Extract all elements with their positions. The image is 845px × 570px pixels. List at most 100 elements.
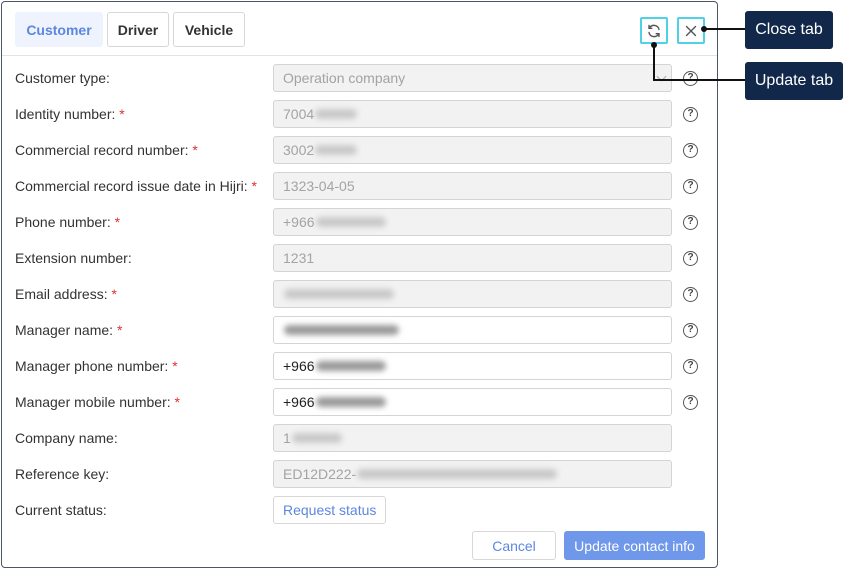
field-input[interactable]: 1231 xyxy=(273,244,672,272)
field-value: +966 xyxy=(283,214,315,230)
required-asterisk: * xyxy=(172,358,178,374)
field-label: Manager mobile number: * xyxy=(15,388,180,416)
form-row: Identity number: * 7004? xyxy=(2,100,717,128)
help-icon[interactable]: ? xyxy=(683,143,698,158)
required-asterisk: * xyxy=(111,286,117,302)
redacted-value xyxy=(284,325,399,335)
update-contact-info-button[interactable]: Update contact info xyxy=(564,531,705,560)
field-input[interactable]: 1 xyxy=(273,424,672,452)
field-label: Company name: xyxy=(15,424,118,452)
redacted-value xyxy=(315,361,386,371)
redacted-value xyxy=(315,145,358,155)
field-label: Commercial record number: * xyxy=(15,136,198,164)
form-row: Extension number: 1231? xyxy=(2,244,717,272)
field-input[interactable]: ED12D222- xyxy=(273,460,672,488)
help-icon[interactable]: ? xyxy=(683,179,698,194)
redacted-value xyxy=(357,469,558,479)
field-value: 1231 xyxy=(283,250,315,266)
field-label: Identity number: * xyxy=(15,100,125,128)
refresh-icon xyxy=(648,24,660,37)
field-label: Email address: * xyxy=(15,280,117,308)
field-label-text: Manager phone number: xyxy=(15,358,169,374)
update-tab-button[interactable] xyxy=(640,17,668,44)
field-label-text: Email address: xyxy=(15,286,108,302)
help-icon[interactable]: ? xyxy=(683,359,698,374)
form-row: Customer type: Operation company? xyxy=(2,64,717,92)
field-label: Manager phone number: * xyxy=(15,352,178,380)
required-asterisk: * xyxy=(119,106,125,122)
help-icon[interactable]: ? xyxy=(683,395,698,410)
redacted-value xyxy=(291,433,342,443)
field-label-text: Manager mobile number: xyxy=(15,394,171,410)
customer-type-select[interactable]: Operation company xyxy=(273,64,672,92)
field-value: +966 xyxy=(283,394,315,410)
field-label: Manager name: * xyxy=(15,316,122,344)
redacted-value xyxy=(315,217,386,227)
field-label-text: Extension number: xyxy=(15,250,132,266)
redacted-value xyxy=(315,397,386,407)
field-label: Phone number: * xyxy=(15,208,120,236)
field-label-text: Reference key: xyxy=(15,466,110,482)
required-asterisk: * xyxy=(251,178,257,194)
update-tab-callout: Update tab xyxy=(745,62,843,100)
field-value: 1 xyxy=(283,430,291,446)
form-row: Email address: *? xyxy=(2,280,717,308)
field-value: 7004 xyxy=(283,106,315,122)
field-label: Customer type: xyxy=(15,64,110,92)
form-row: Commercial record number: * 3002? xyxy=(2,136,717,164)
tabs-bar: Customer Driver Vehicle xyxy=(2,2,717,56)
field-label-text: Commercial record issue date in Hijri: xyxy=(15,178,248,194)
help-icon[interactable]: ? xyxy=(683,287,698,302)
required-asterisk: * xyxy=(174,394,180,410)
field-label-text: Manager name: xyxy=(15,322,114,338)
field-label: Reference key: xyxy=(15,460,109,488)
form-row: Reference key: ED12D222- xyxy=(2,460,717,488)
field-value: ED12D222- xyxy=(283,466,357,482)
edit-contact-dialog: Customer Driver Vehicle Customer type: Op… xyxy=(1,1,718,568)
close-tab-pointer-line xyxy=(704,28,745,30)
field-input[interactable] xyxy=(273,280,672,308)
field-input[interactable]: +966 xyxy=(273,352,672,380)
redacted-value xyxy=(284,289,394,299)
tab-vehicle[interactable]: Vehicle xyxy=(173,12,245,47)
form-row: Manager phone number: * +966? xyxy=(2,352,717,380)
required-asterisk: * xyxy=(116,322,123,338)
help-icon[interactable]: ? xyxy=(683,251,698,266)
field-input[interactable]: +966 xyxy=(273,208,672,236)
help-icon[interactable]: ? xyxy=(683,215,698,230)
field-value: +966 xyxy=(283,358,315,374)
field-input[interactable]: 7004 xyxy=(273,100,672,128)
request-status-button[interactable]: Request status xyxy=(273,496,387,524)
field-input[interactable] xyxy=(273,316,672,344)
required-asterisk: * xyxy=(192,142,198,158)
field-input[interactable]: 3002 xyxy=(273,136,672,164)
form-row: Manager name: *? xyxy=(2,316,717,344)
field-label: Commercial record issue date in Hijri: * xyxy=(15,172,257,200)
field-value: 1323-04-05 xyxy=(283,178,355,194)
tab-customer[interactable]: Customer xyxy=(15,12,103,47)
close-tab-callout: Close tab xyxy=(745,11,833,49)
help-icon[interactable]: ? xyxy=(683,323,698,338)
current-status-label: Current status: xyxy=(15,502,107,518)
form-row: Manager mobile number: * +966? xyxy=(2,388,717,416)
field-input[interactable]: 1323-04-05 xyxy=(273,172,672,200)
form-row: Commercial record issue date in Hijri: *… xyxy=(2,172,717,200)
field-label-text: Phone number: xyxy=(15,214,111,230)
tab-driver[interactable]: Driver xyxy=(107,12,169,47)
update-tab-pointer-line-h xyxy=(653,79,745,81)
field-value: Operation company xyxy=(283,70,406,86)
field-label-text: Commercial record number: xyxy=(15,142,189,158)
field-label-text: Customer type: xyxy=(15,70,110,86)
form-row: Company name: 1 xyxy=(2,424,717,452)
field-label-text: Company name: xyxy=(15,430,118,446)
close-icon xyxy=(685,25,697,36)
field-value: 3002 xyxy=(283,142,315,158)
current-status-row: Current status: Request status xyxy=(2,496,717,524)
update-tab-pointer-line-v xyxy=(653,44,655,80)
required-asterisk: * xyxy=(114,214,121,230)
cancel-button[interactable]: Cancel xyxy=(472,531,556,560)
field-input[interactable]: +966 xyxy=(273,388,672,416)
help-icon[interactable]: ? xyxy=(683,107,698,122)
redacted-value xyxy=(315,109,358,119)
field-label: Extension number: xyxy=(15,244,132,272)
